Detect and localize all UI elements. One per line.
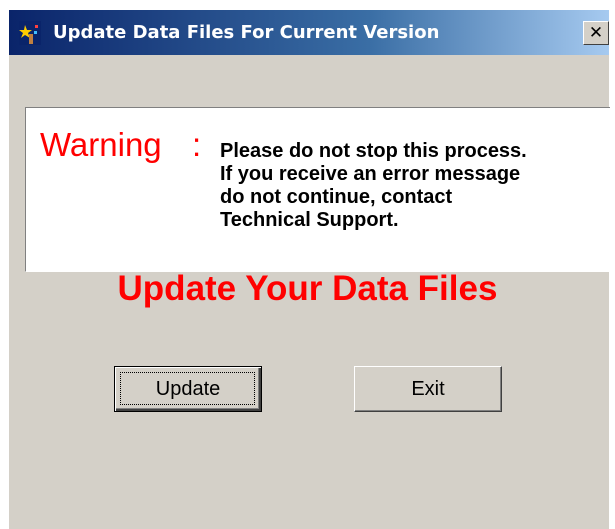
- window-title: Update Data Files For Current Version: [53, 22, 440, 43]
- exit-button-label: Exit: [411, 377, 445, 400]
- warning-message-line: Please do not stop this process.: [220, 140, 527, 162]
- update-button[interactable]: Update: [114, 366, 262, 412]
- wizard-icon: [19, 21, 41, 45]
- warning-message-line: If you receive an error message: [220, 163, 521, 185]
- warning-label: Warning: [40, 126, 162, 163]
- update-dialog-window: Update Data Files For Current Version ✕ …: [0, 0, 615, 529]
- title-bar[interactable]: Update Data Files For Current Version ✕: [9, 10, 609, 55]
- close-button[interactable]: ✕: [583, 21, 609, 45]
- close-icon: ✕: [588, 22, 604, 43]
- update-button-label: Update: [155, 377, 221, 400]
- warning-colon: :: [192, 126, 202, 163]
- update-headline: Update Your Data Files: [117, 269, 498, 308]
- exit-button[interactable]: Exit: [354, 366, 502, 412]
- warning-message: Please do not stop this process. If you …: [220, 140, 600, 232]
- warning-panel: Warning : Please do not stop this proces…: [25, 107, 610, 272]
- warning-message-line: Technical Support.: [220, 209, 399, 231]
- warning-message-line: do not continue, contact: [220, 186, 453, 208]
